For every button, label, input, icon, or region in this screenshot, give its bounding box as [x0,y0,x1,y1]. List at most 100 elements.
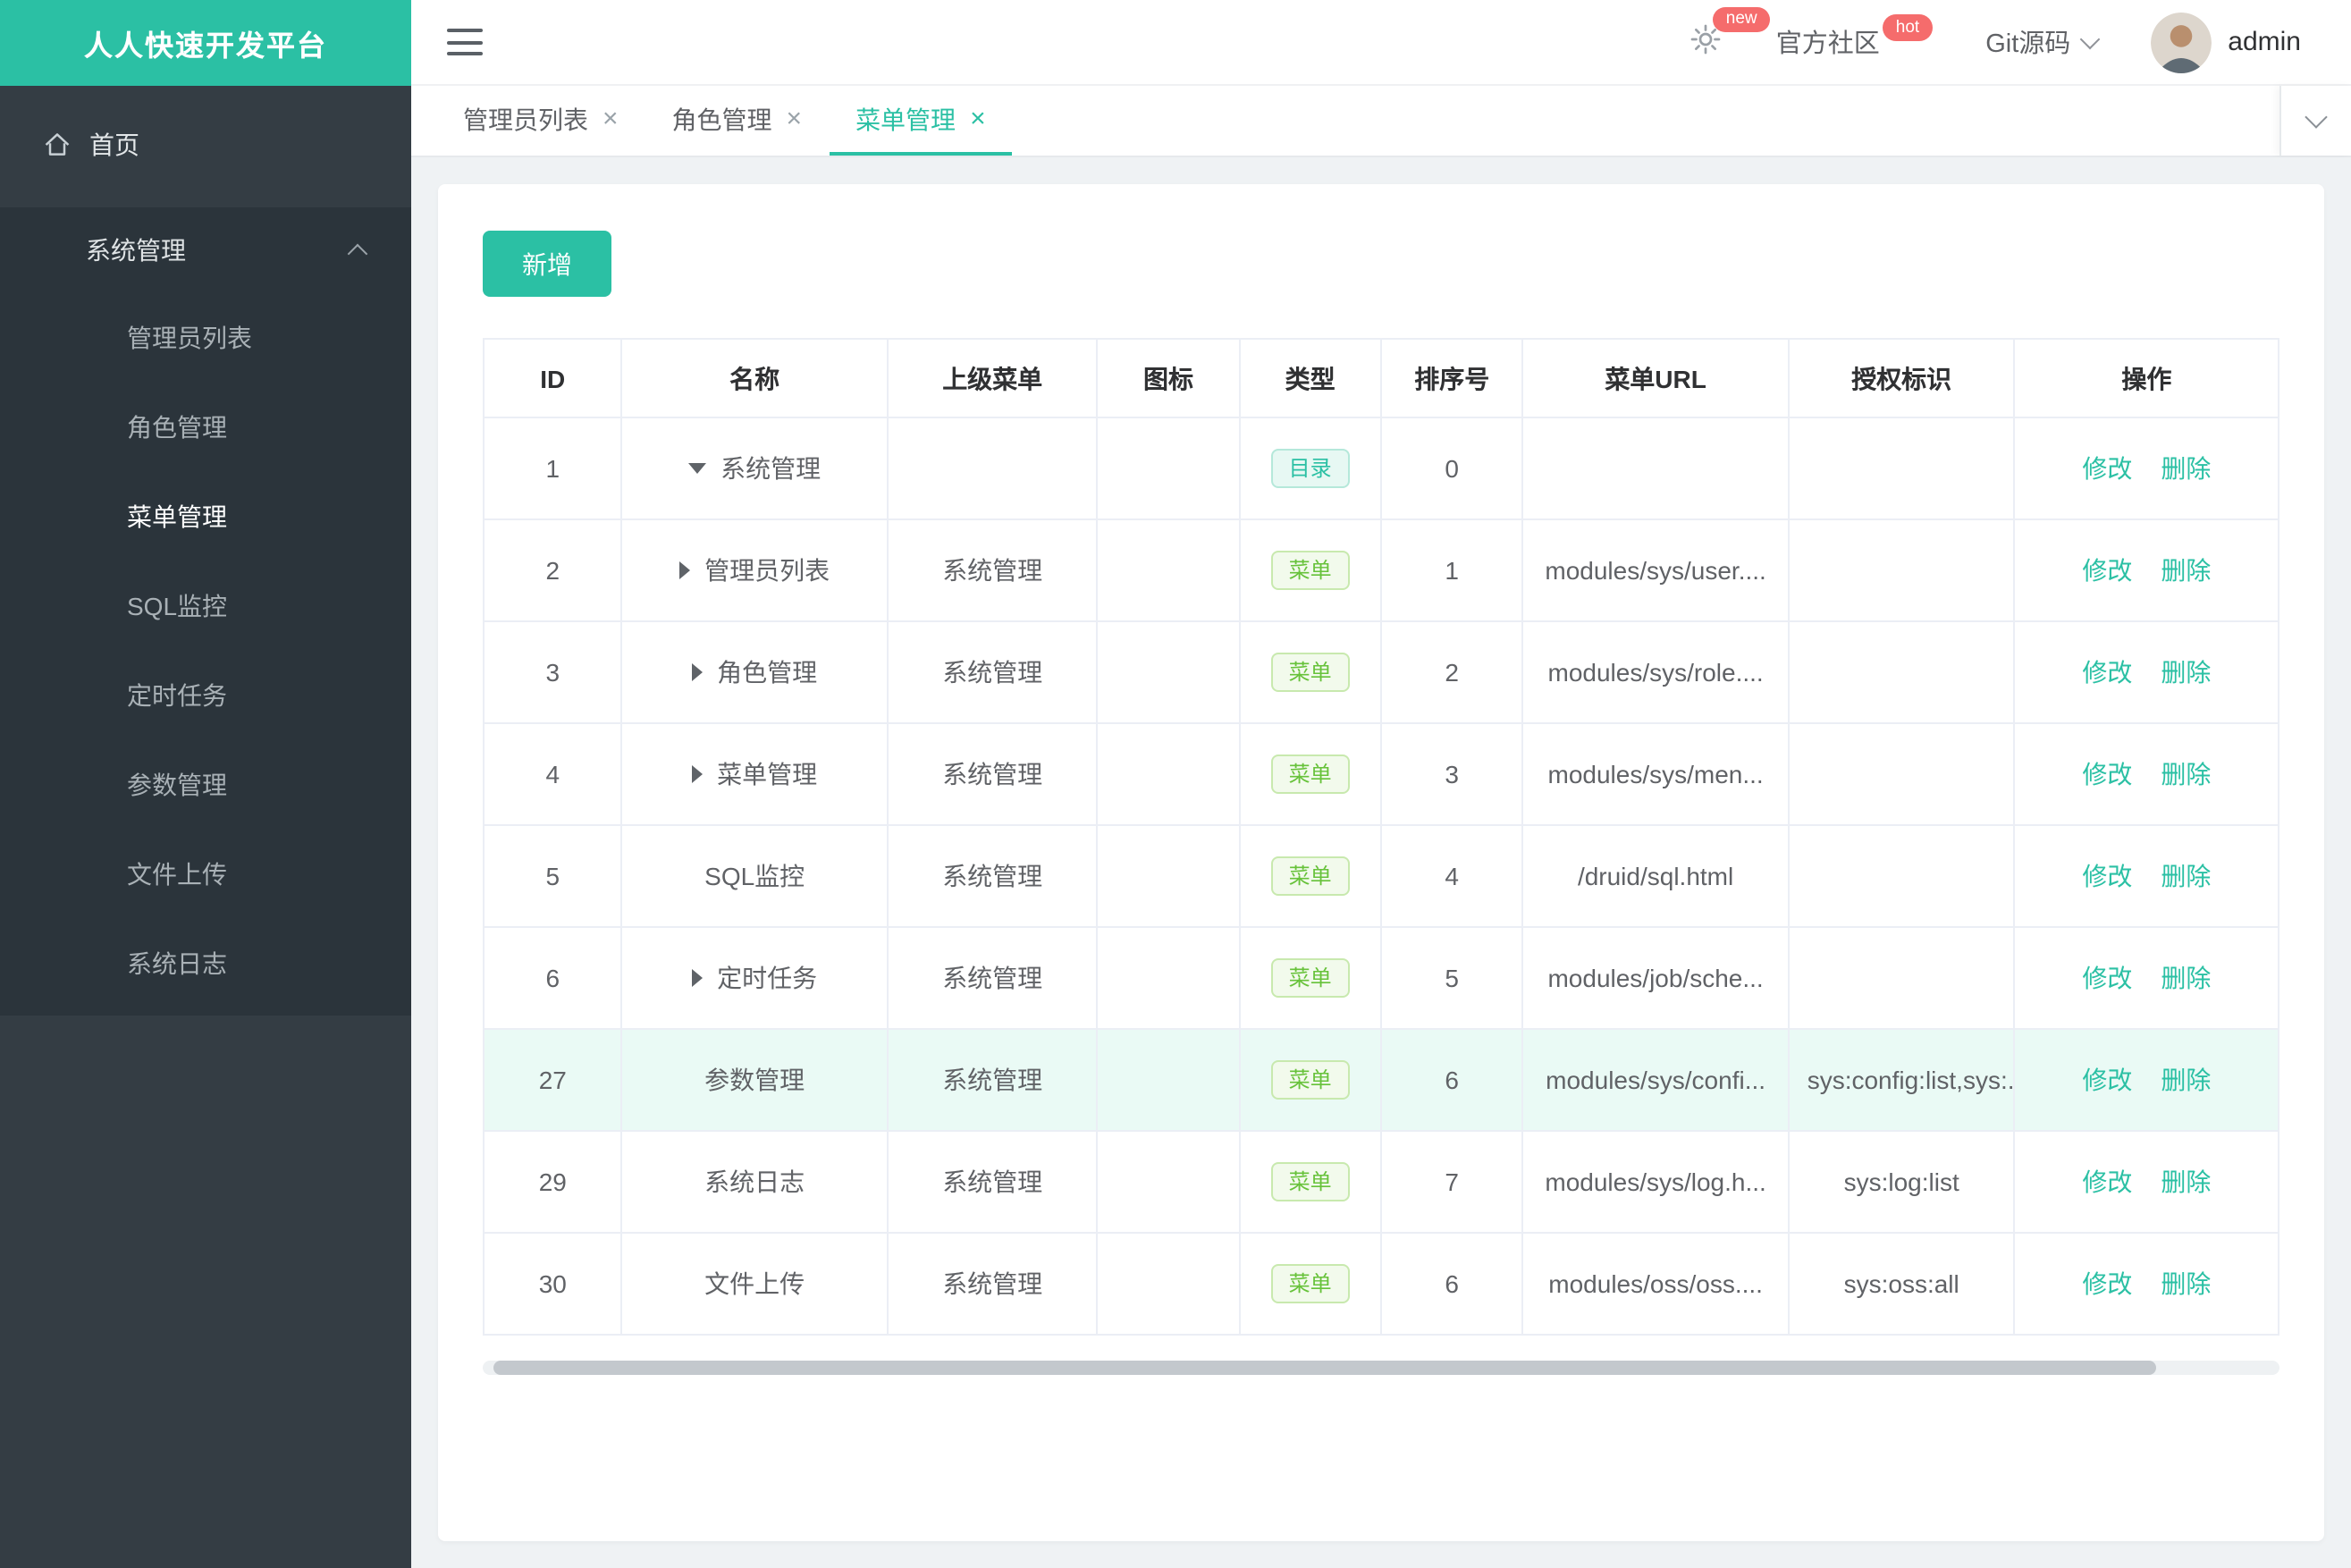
tab-label: 角色管理 [671,105,772,133]
cell-url: modules/job/sche... [1522,927,1790,1030]
menu-name: 参数管理 [704,1066,805,1094]
menu-name: 菜单管理 [717,760,818,788]
tab-close-icon[interactable]: × [602,105,619,132]
cell-parent: 系统管理 [887,519,1099,622]
sidebar-subitem-4[interactable]: 定时任务 [0,651,411,740]
expand-arrow-icon[interactable] [692,765,704,783]
cell-name: 菜单管理 [621,723,889,826]
cell-actions: 修改 删除 [2014,417,2279,520]
delete-link[interactable]: 删除 [2161,1168,2211,1196]
delete-link[interactable]: 删除 [2161,556,2211,585]
edit-link[interactable]: 修改 [2082,454,2132,483]
settings-button[interactable]: new [1690,6,1770,62]
community-link[interactable]: 官方社区 hot [1776,14,1933,61]
type-badge: 菜单 [1270,551,1350,590]
add-button[interactable]: 新增 [483,231,611,297]
edit-link[interactable]: 修改 [2082,1269,2132,1298]
tabs: 管理员列表 × 角色管理 × 菜单管理 × [411,86,1013,156]
menu-toggle-icon[interactable] [447,29,483,55]
column-header-1: 名称 [621,339,889,418]
delete-link[interactable]: 删除 [2161,964,2211,992]
edit-link[interactable]: 修改 [2082,964,2132,992]
horizontal-scrollbar[interactable] [483,1361,2279,1375]
tab-1[interactable]: 角色管理 × [645,86,830,156]
cell-icon [1097,417,1241,520]
edit-link[interactable]: 修改 [2082,556,2132,585]
app-title: 人人快速开发平台 [83,32,327,63]
cell-parent: 系统管理 [887,927,1099,1030]
tab-2[interactable]: 菜单管理 × [829,86,1013,156]
cell-url: modules/oss/oss.... [1522,1233,1790,1336]
tabs-collapse-button[interactable] [2279,86,2351,156]
cell-order: 2 [1380,621,1524,724]
delete-link[interactable]: 删除 [2161,454,2211,483]
edit-link[interactable]: 修改 [2082,1168,2132,1196]
expand-arrow-icon[interactable] [688,463,707,474]
delete-link[interactable]: 删除 [2161,1269,2211,1298]
topbar: new 官方社区 hot Git源码 admin [411,0,2351,86]
cell-actions: 修改 删除 [2014,927,2279,1030]
sidebar-subitem-6[interactable]: 文件上传 [0,830,411,919]
edit-link[interactable]: 修改 [2082,1066,2132,1094]
type-badge: 菜单 [1270,754,1350,794]
sidebar-subitem-1[interactable]: 角色管理 [0,383,411,472]
table-row: 27 参数管理 系统管理 菜单 6 modules/sys/confi... sys:con… [484,1029,2279,1132]
menu-name: 系统管理 [720,454,822,483]
cell-url: modules/sys/men... [1522,723,1790,826]
user-menu[interactable]: admin [2151,12,2301,72]
tab-close-icon[interactable]: × [787,105,803,132]
sidebar-subitem-7[interactable]: 系统日志 [0,919,411,1008]
cell-type: 菜单 [1239,1029,1382,1132]
delete-link[interactable]: 删除 [2161,1066,2211,1094]
sidebar-subitem-3[interactable]: SQL监控 [0,561,411,651]
type-badge: 目录 [1270,449,1350,488]
cell-perm [1788,417,2016,520]
delete-link[interactable]: 删除 [2161,760,2211,788]
cell-id: 6 [484,927,623,1030]
cell-url [1522,417,1790,520]
cell-icon [1097,621,1241,724]
table-row: 4 菜单管理 系统管理 菜单 3 modules/sys/men... 修改 删除 [484,723,2279,826]
scrollbar-thumb[interactable] [493,1361,2156,1375]
tab-label: 菜单管理 [855,105,956,133]
edit-link[interactable]: 修改 [2082,658,2132,687]
cell-name: SQL监控 [621,825,889,928]
cell-id: 5 [484,825,623,928]
expand-arrow-icon[interactable] [679,561,691,579]
expand-arrow-icon[interactable] [692,663,704,681]
cell-name: 参数管理 [621,1029,889,1132]
cell-parent: 系统管理 [887,825,1099,928]
tab-0[interactable]: 管理员列表 × [436,86,645,156]
column-header-4: 类型 [1239,339,1382,418]
cell-order: 6 [1380,1233,1524,1336]
delete-link[interactable]: 删除 [2161,658,2211,687]
menu-name: 定时任务 [717,964,818,992]
sidebar-subitem-0[interactable]: 管理员列表 [0,293,411,383]
type-badge: 菜单 [1270,1264,1350,1303]
sidebar-subitem-5[interactable]: 参数管理 [0,740,411,830]
cell-order: 6 [1380,1029,1524,1132]
avatar [2151,12,2212,72]
sidebar-subitem-2[interactable]: 菜单管理 [0,472,411,561]
type-badge: 菜单 [1270,1060,1350,1100]
cell-order: 1 [1380,519,1524,622]
table-row: 3 角色管理 系统管理 菜单 2 modules/sys/role.... 修改 删除 [484,621,2279,724]
cell-name: 系统管理 [621,417,889,520]
git-source-link[interactable]: Git源码 [1985,23,2101,61]
tab-close-icon[interactable]: × [970,105,986,132]
type-badge: 菜单 [1270,653,1350,692]
edit-link[interactable]: 修改 [2082,760,2132,788]
sidebar-group-title[interactable]: 系统管理 [0,207,411,293]
sidebar-item-home[interactable]: 首页 [0,104,411,186]
edit-link[interactable]: 修改 [2082,862,2132,890]
chevron-up-icon [347,243,368,265]
cell-perm [1788,519,2016,622]
chevron-down-icon [2305,105,2328,129]
app-logo[interactable]: 人人快速开发平台 [0,0,411,86]
cell-perm [1788,825,2016,928]
column-header-7: 授权标识 [1788,339,2016,418]
delete-link[interactable]: 删除 [2161,862,2211,890]
cell-name: 角色管理 [621,621,889,724]
cell-actions: 修改 删除 [2014,825,2279,928]
expand-arrow-icon[interactable] [692,969,704,987]
